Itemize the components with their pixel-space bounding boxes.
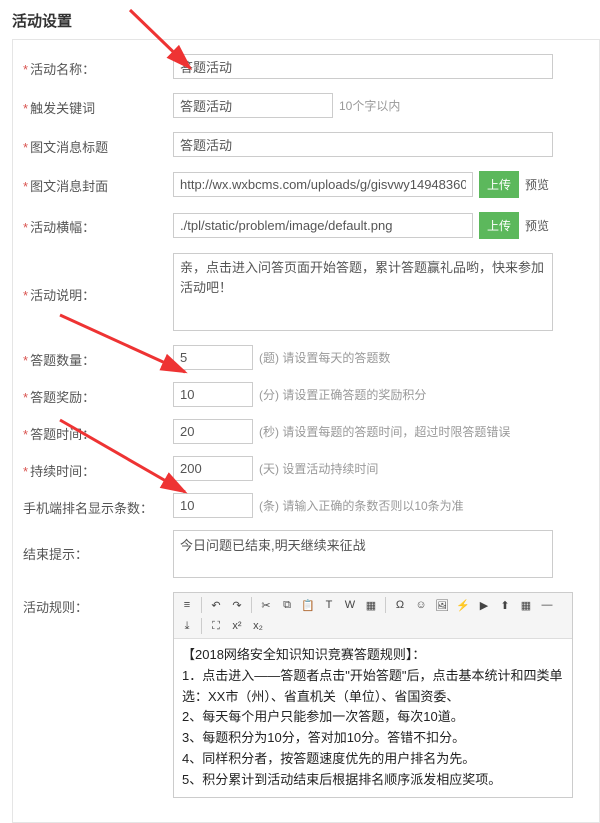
tb-copy-icon[interactable]: ⧉ (278, 596, 296, 614)
row-cover: *图文消息封面 上传 预览 (23, 171, 589, 198)
banner-preview-link[interactable]: 预览 (525, 217, 549, 234)
rules-line: 5、积分累计到活动结束后根据排名顺序派发相应奖项。 (182, 770, 564, 791)
label-desc: *活动说明： (23, 253, 173, 304)
end-tip-textarea[interactable] (173, 530, 553, 578)
tb-redo-icon[interactable]: ↷ (228, 596, 246, 614)
rank-count-hint: (条) 请输入正确的条数否则以10条为准 (259, 497, 464, 514)
tb-sub-icon[interactable]: x₂ (249, 617, 267, 635)
rules-line: 3、每题积分为10分，答对加10分。答错不扣分。 (182, 728, 564, 749)
tb-cut-icon[interactable]: ✂ (257, 596, 275, 614)
label-reward: *答题奖励： (23, 382, 173, 406)
tb-word-icon[interactable]: W (341, 596, 359, 614)
tb-char-icon[interactable]: Ω (391, 596, 409, 614)
time-hint: (秒) 请设置每题的答题时间，超过时限答题错误 (259, 423, 510, 440)
rules-line: 2、每天每个用户只能参加一次答题，每次10道。 (182, 707, 564, 728)
tb-file-icon[interactable]: ⬆ (496, 596, 514, 614)
rules-line: 1．点击进入——答题者点击"开始答题"后，点击基本统计和四类单选：XX市（州）、… (182, 666, 564, 708)
tb-source-icon[interactable]: ≡ (178, 596, 196, 614)
row-end-tip: 结束提示： (23, 530, 589, 578)
row-msg-title: *图文消息标题 (23, 132, 589, 157)
rules-line: 4、同样积分者，按答题速度优先的用户排名为先。 (182, 749, 564, 770)
label-rank-count: 手机端排名显示条数： (23, 493, 173, 517)
row-desc: *活动说明： (23, 253, 589, 331)
tb-paste-icon[interactable]: 📋 (299, 596, 317, 614)
row-count: *答题数量： (题) 请设置每天的答题数 (23, 345, 589, 370)
name-input[interactable] (173, 54, 553, 79)
row-name: *活动名称： (23, 54, 589, 79)
label-banner: *活动横幅： (23, 212, 173, 236)
banner-upload-button[interactable]: 上传 (479, 212, 519, 239)
settings-form: *活动名称： *触发关键词 10个字以内 *图文消息标题 *图文消息封面 上传 … (12, 39, 600, 823)
tb-plain-icon[interactable]: T (320, 596, 338, 614)
label-trigger: *触发关键词 (23, 93, 173, 117)
tb-fullscreen-icon[interactable]: ⛶ (207, 617, 225, 635)
tb-undo-icon[interactable]: ↶ (207, 596, 225, 614)
duration-input[interactable] (173, 456, 253, 481)
row-duration: *持续时间： (天) 设置活动持续时间 (23, 456, 589, 481)
time-input[interactable] (173, 419, 253, 444)
label-msg-title: *图文消息标题 (23, 132, 173, 156)
tb-flash-icon[interactable]: ⚡ (454, 596, 472, 614)
tb-image-icon[interactable]: 🖼 (433, 596, 451, 614)
tb-hr-icon[interactable]: — (538, 596, 556, 614)
cover-input[interactable] (173, 172, 473, 197)
tb-page-icon[interactable]: ⤓ (178, 617, 196, 635)
tb-table-icon[interactable]: ▦ (517, 596, 535, 614)
tb-media-icon[interactable]: ▶ (475, 596, 493, 614)
rules-editor: ≡ ↶ ↷ ✂ ⧉ 📋 T W ▦ Ω ☺ 🖼 ⚡ ▶ (173, 592, 573, 798)
trigger-input[interactable] (173, 93, 333, 118)
count-hint: (题) 请设置每天的答题数 (259, 349, 390, 366)
label-count: *答题数量： (23, 345, 173, 369)
row-banner: *活动横幅： 上传 预览 (23, 212, 589, 239)
row-rules: 活动规则： ≡ ↶ ↷ ✂ ⧉ 📋 T W ▦ Ω ☺ (23, 592, 589, 798)
trigger-hint: 10个字以内 (339, 97, 400, 114)
editor-body[interactable]: 【2018网络安全知识知识竞赛答题规则】： 1．点击进入——答题者点击"开始答题… (174, 639, 572, 797)
desc-textarea[interactable] (173, 253, 553, 331)
count-input[interactable] (173, 345, 253, 370)
row-trigger: *触发关键词 10个字以内 (23, 93, 589, 118)
banner-input[interactable] (173, 213, 473, 238)
msg-title-input[interactable] (173, 132, 553, 157)
duration-hint: (天) 设置活动持续时间 (259, 460, 378, 477)
label-duration: *持续时间： (23, 456, 173, 480)
row-rank-count: 手机端排名显示条数： (条) 请输入正确的条数否则以10条为准 (23, 493, 589, 518)
cover-preview-link[interactable]: 预览 (525, 176, 549, 193)
label-end-tip: 结束提示： (23, 530, 173, 563)
rank-count-input[interactable] (173, 493, 253, 518)
label-name: *活动名称： (23, 54, 173, 78)
reward-hint: (分) 请设置正确答题的奖励积分 (259, 386, 426, 403)
rules-heading: 【2018网络安全知识知识竞赛答题规则】： (182, 645, 564, 666)
row-time: *答题时间： (秒) 请设置每题的答题时间，超过时限答题错误 (23, 419, 589, 444)
editor-toolbar: ≡ ↶ ↷ ✂ ⧉ 📋 T W ▦ Ω ☺ 🖼 ⚡ ▶ (174, 593, 572, 639)
row-reward: *答题奖励： (分) 请设置正确答题的奖励积分 (23, 382, 589, 407)
reward-input[interactable] (173, 382, 253, 407)
tb-emoji-icon[interactable]: ☺ (412, 596, 430, 614)
page-title: 活动设置 (0, 0, 600, 39)
label-time: *答题时间： (23, 419, 173, 443)
cover-upload-button[interactable]: 上传 (479, 171, 519, 198)
tb-selectall-icon[interactable]: ▦ (362, 596, 380, 614)
label-rules: 活动规则： (23, 592, 173, 616)
label-cover: *图文消息封面 (23, 171, 173, 195)
tb-sup-icon[interactable]: x² (228, 617, 246, 635)
